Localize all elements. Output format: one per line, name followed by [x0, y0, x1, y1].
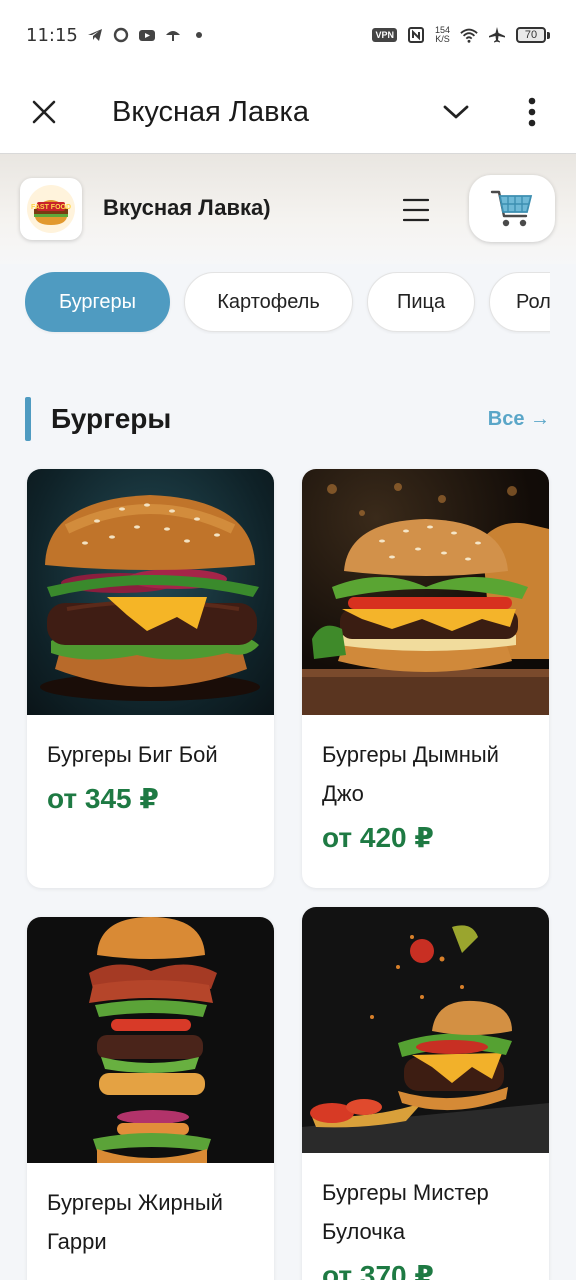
burger-illustration	[40, 495, 260, 701]
product-card[interactable]: Бургеры Жирный Гарри	[27, 917, 274, 1280]
dot-icon	[195, 32, 202, 38]
dropdown-button[interactable]	[434, 90, 478, 134]
category-tabs: Бургеры Картофель Пица Рол	[25, 272, 550, 334]
status-time: 11:15	[26, 24, 78, 46]
product-card[interactable]: Бургеры Мистер Булочка от 370 ₽	[302, 907, 549, 1280]
wifi-icon	[460, 28, 478, 43]
product-image	[27, 917, 274, 1163]
more-button[interactable]	[510, 90, 554, 134]
product-name: Бургеры Биг Бой	[47, 742, 218, 767]
see-all-link[interactable]: Все →	[488, 408, 550, 431]
burger-illustration	[302, 925, 549, 1153]
youtube-icon	[138, 30, 155, 41]
product-price: от 420 ₽	[322, 822, 434, 853]
speed-unit: K/S	[435, 34, 450, 44]
mushroom-icon	[165, 31, 180, 41]
menu-button[interactable]	[396, 190, 436, 230]
product-card[interactable]: Бургеры Дымный Джо от 420 ₽	[302, 469, 549, 888]
logo-text: FAST FOOD	[31, 204, 71, 211]
section-title: Бургеры	[51, 403, 172, 434]
nfc-icon	[407, 27, 424, 43]
product-name: Бургеры Мистер Булочка	[322, 1180, 489, 1244]
product-price	[27, 1261, 274, 1280]
burger-illustration	[302, 483, 549, 715]
cart-button[interactable]	[469, 175, 555, 242]
hamburger-menu-icon	[403, 198, 429, 222]
product-price: от 345 ₽	[47, 783, 159, 814]
product-price: от 370 ₽	[322, 1260, 434, 1280]
product-name: Бургеры Дымный Джо	[322, 742, 499, 806]
product-name: Бургеры Жирный Гарри	[47, 1190, 223, 1254]
battery-level: 70	[516, 27, 546, 43]
shop-name: Вкусная Лавка)	[103, 195, 271, 220]
category-chip-potatoes[interactable]: Картофель	[184, 272, 353, 332]
product-image	[302, 469, 549, 715]
chevron-down-icon	[443, 105, 469, 119]
category-chip-burgers[interactable]: Бургеры	[25, 272, 170, 332]
category-chip-rolls[interactable]: Рол	[489, 272, 550, 332]
product-image	[302, 907, 549, 1153]
product-card[interactable]: Бургеры Биг Бой от 345 ₽	[27, 469, 274, 888]
airplane-icon	[489, 27, 505, 43]
section-accent-bar	[25, 397, 31, 441]
shop-header: FAST FOOD Вкусная Лавка)	[0, 154, 576, 264]
app-bar: Вкусная Лавка	[0, 70, 576, 154]
shopping-cart-icon	[490, 190, 533, 226]
product-image	[27, 469, 274, 715]
close-button[interactable]	[22, 90, 66, 134]
network-speed: 154 K/S	[435, 26, 450, 44]
status-bar: 11:15 VPN 154 K/S 70	[0, 0, 576, 70]
more-vertical-icon	[528, 97, 536, 127]
close-icon	[32, 100, 56, 124]
app-title: Вкусная Лавка	[112, 95, 309, 128]
fast-food-logo: FAST FOOD	[27, 185, 75, 233]
burger-illustration	[89, 917, 217, 1163]
telegram-icon	[87, 29, 102, 41]
vpn-badge: VPN	[372, 28, 397, 42]
category-chip-pizza[interactable]: Пица	[367, 272, 475, 332]
chat-bubble-icon	[113, 27, 129, 43]
battery-indicator: 70	[516, 27, 550, 43]
section-header: Бургеры Все →	[25, 396, 550, 442]
shop-logo[interactable]: FAST FOOD	[20, 178, 82, 240]
